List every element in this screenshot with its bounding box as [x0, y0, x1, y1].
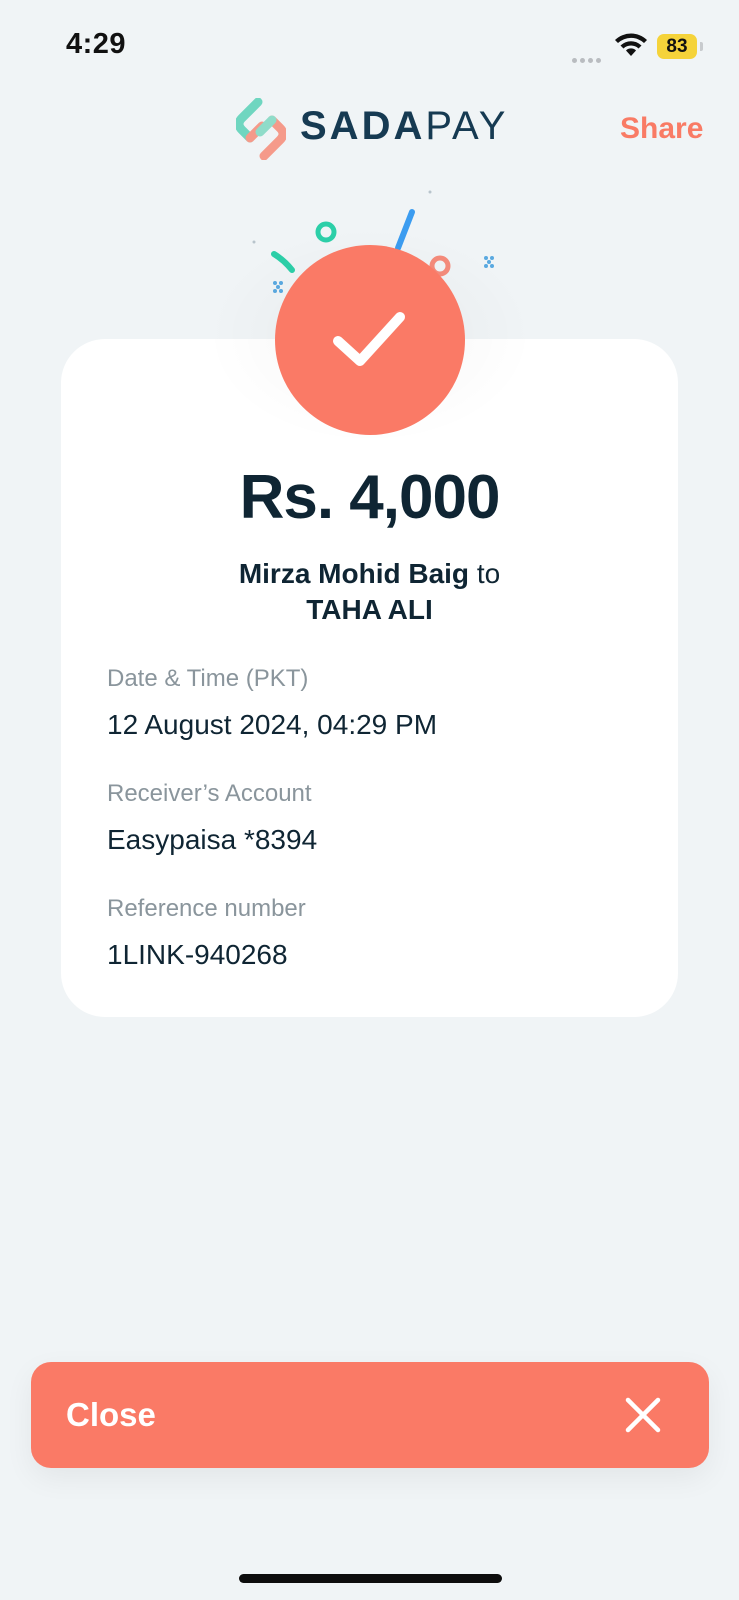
close-icon [625, 1397, 661, 1433]
transfer-parties: Mirza Mohid Baig to TAHA ALI [0, 556, 739, 628]
battery-icon: 83 [657, 34, 703, 60]
transfer-amount: Rs. 4,000 [239, 463, 501, 532]
sender-name: Mirza Mohid Baig [238, 558, 470, 589]
reference-number-value: 1LINK-940268 [107, 939, 288, 970]
status-time: 4:29 [66, 28, 127, 60]
battery-level: 83 [666, 36, 688, 57]
sadapay-logo-icon [236, 98, 286, 160]
date-time-label: Date & Time (PKT) [107, 665, 309, 692]
close-button[interactable]: Close [31, 1362, 709, 1468]
brand-part-1: SADA [300, 104, 426, 148]
receiver-account-value: Easypaisa *8394 [107, 824, 318, 855]
share-button[interactable]: Share [620, 112, 703, 146]
close-button-label: Close [66, 1396, 156, 1433]
receiver-name: TAHA ALI [306, 594, 433, 625]
wifi-icon [615, 33, 647, 56]
date-time-value: 12 August 2024, 04:29 PM [107, 709, 438, 740]
home-indicator[interactable] [239, 1574, 502, 1583]
cellular-signal-icon [572, 50, 606, 63]
reference-number-label: Reference number [107, 895, 306, 922]
brand-part-2: PAY [425, 104, 509, 148]
receiver-account-label: Receiver’s Account [107, 780, 312, 807]
success-check-icon [275, 245, 465, 435]
transfer-connector: to [476, 558, 501, 589]
brand-wordmark: SADAPAY [300, 104, 508, 149]
status-bar: 4:29 83 [0, 0, 739, 90]
